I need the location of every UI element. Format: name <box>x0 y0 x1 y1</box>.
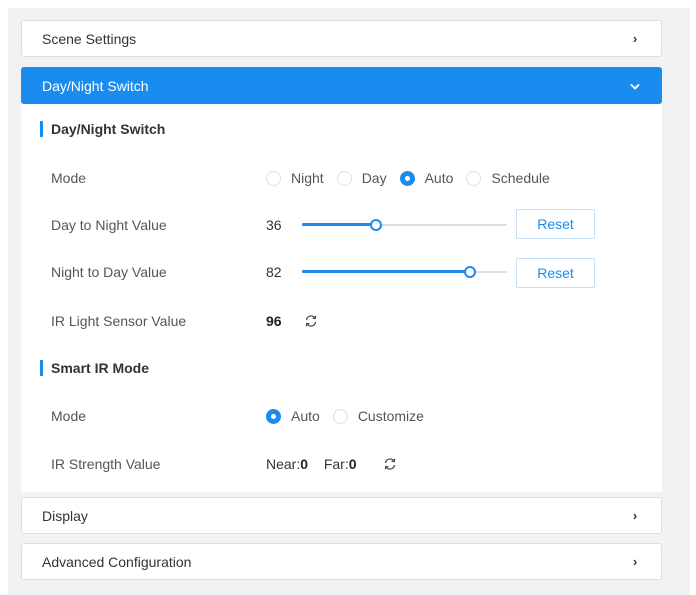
ir-strength-values: Near:0 Far:0 <box>266 455 357 473</box>
radio-ir-auto[interactable]: Auto <box>266 408 320 424</box>
radio-auto-circle[interactable] <box>399 170 415 186</box>
chevron-down-icon <box>629 78 641 93</box>
day-to-night-reset-button[interactable]: Reset <box>516 209 595 239</box>
ir-light-sensor-value: 96 <box>266 313 282 329</box>
radio-schedule[interactable]: Schedule <box>466 170 550 186</box>
smart-ir-mode-radio-group: Auto Customize <box>266 407 437 425</box>
night-to-day-reset-button[interactable]: Reset <box>516 258 595 288</box>
mode-label: Mode <box>51 170 87 186</box>
radio-auto[interactable]: Auto <box>399 170 454 186</box>
chevron-right-icon: › <box>632 31 638 46</box>
night-to-day-label: Night to Day Value <box>51 264 167 280</box>
radio-day[interactable]: Day <box>336 170 387 186</box>
refresh-icon[interactable] <box>304 314 318 328</box>
accordion-day-night-switch-label: Day/Night Switch <box>42 77 149 94</box>
radio-night[interactable]: Night <box>266 170 324 186</box>
slider-fill <box>302 270 471 273</box>
section-title-day-night-switch: Day/Night Switch <box>40 121 165 137</box>
night-to-day-slider[interactable] <box>302 265 507 279</box>
night-to-day-value: 82 <box>266 264 282 280</box>
section-title-smart-ir-mode: Smart IR Mode <box>40 360 149 376</box>
radio-schedule-circle[interactable] <box>466 170 482 186</box>
radio-day-label: Day <box>361 170 387 186</box>
slider-handle[interactable] <box>464 266 477 278</box>
far-label: Far: <box>323 456 349 472</box>
radio-schedule-label: Schedule <box>491 170 550 186</box>
refresh-icon[interactable] <box>383 457 397 471</box>
radio-ir-auto-label: Auto <box>291 408 320 424</box>
chevron-right-icon: › <box>632 508 638 523</box>
accordion-advanced-configuration-label: Advanced Configuration <box>42 553 192 570</box>
day-night-switch-content: Day/Night Switch Mode Night Day Auto Sch… <box>21 104 662 492</box>
slider-fill <box>302 223 376 226</box>
ir-strength-label: IR Strength Value <box>51 456 161 472</box>
radio-ir-customize-circle[interactable] <box>332 408 348 424</box>
day-to-night-label: Day to Night Value <box>51 217 167 233</box>
radio-ir-customize-label: Customize <box>357 408 424 424</box>
radio-auto-label: Auto <box>424 170 454 186</box>
accordion-display-label: Display <box>42 507 88 524</box>
radio-ir-auto-circle[interactable] <box>266 408 281 424</box>
accordion-scene-settings[interactable]: Scene Settings › <box>21 20 662 57</box>
day-to-night-slider[interactable] <box>302 218 507 232</box>
radio-ir-customize[interactable]: Customize <box>332 408 424 424</box>
day-night-mode-radio-group: Night Day Auto Schedule <box>266 169 563 187</box>
near-value: 0 <box>300 456 309 472</box>
radio-night-label: Night <box>291 170 324 186</box>
accordion-scene-settings-label: Scene Settings <box>42 30 137 47</box>
far-value: 0 <box>348 456 357 472</box>
accordion-display[interactable]: Display › <box>21 497 662 534</box>
accordion-advanced-configuration[interactable]: Advanced Configuration › <box>21 543 662 580</box>
chevron-right-icon: › <box>632 554 638 569</box>
near-label: Near: <box>266 456 301 472</box>
radio-night-circle[interactable] <box>266 170 281 186</box>
ir-light-sensor-label: IR Light Sensor Value <box>51 313 187 329</box>
accordion-day-night-switch[interactable]: Day/Night Switch <box>21 67 662 104</box>
radio-day-circle[interactable] <box>336 170 352 186</box>
slider-handle[interactable] <box>369 219 382 231</box>
day-to-night-value: 36 <box>266 217 282 233</box>
smart-ir-mode-label: Mode <box>51 408 87 424</box>
